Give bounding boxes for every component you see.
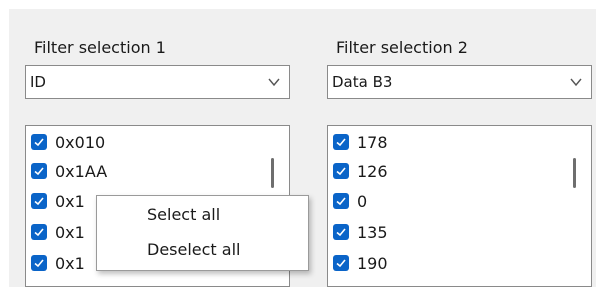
- checkmark-icon: [34, 259, 44, 268]
- list-item[interactable]: 126: [333, 160, 388, 182]
- filter1-selected-value: ID: [30, 73, 46, 91]
- checkmark-icon: [34, 228, 44, 237]
- checkbox[interactable]: [333, 163, 349, 179]
- checkbox[interactable]: [31, 255, 47, 271]
- context-menu-deselect-all[interactable]: Deselect all: [147, 240, 240, 259]
- list-item-label: 126: [357, 161, 388, 181]
- list-item[interactable]: 178: [333, 131, 388, 153]
- chevron-down-icon: [570, 78, 582, 87]
- checkbox[interactable]: [31, 193, 47, 209]
- list-item-label: 0x010: [55, 132, 106, 152]
- filter1-label: Filter selection 1: [34, 38, 166, 57]
- scrollbar-thumb[interactable]: [271, 158, 274, 188]
- checkmark-icon: [34, 167, 44, 176]
- checkmark-icon: [336, 197, 346, 206]
- list-item-label: 0x1: [55, 253, 85, 273]
- checkbox[interactable]: [31, 134, 47, 150]
- list-item-label: 135: [357, 222, 388, 242]
- checkbox[interactable]: [31, 224, 47, 240]
- filter2-listbox[interactable]: 178 126 0 135 190: [327, 125, 592, 287]
- list-item[interactable]: 0x1: [31, 252, 85, 274]
- filter2-selected-value: Data B3: [332, 73, 393, 91]
- list-item[interactable]: 0x1: [31, 221, 85, 243]
- scrollbar-thumb[interactable]: [573, 158, 576, 188]
- list-item[interactable]: 0x1AA: [31, 160, 107, 182]
- checkmark-icon: [336, 138, 346, 147]
- chevron-down-icon: [268, 78, 280, 87]
- list-item-label: 178: [357, 132, 388, 152]
- checkbox[interactable]: [31, 163, 47, 179]
- filter1-dropdown[interactable]: ID: [25, 65, 290, 99]
- filter2-label: Filter selection 2: [336, 38, 468, 57]
- list-item[interactable]: 0x010: [31, 131, 105, 153]
- list-item[interactable]: 0: [333, 190, 367, 212]
- list-item-label: 0x1AA: [55, 161, 108, 181]
- list-item-label: 190: [357, 253, 388, 273]
- list-item[interactable]: 0x1: [31, 190, 85, 212]
- checkbox[interactable]: [333, 134, 349, 150]
- checkmark-icon: [336, 259, 346, 268]
- list-item-label: 0x1: [55, 191, 85, 211]
- context-menu: Select all Deselect all: [96, 195, 309, 271]
- checkbox[interactable]: [333, 224, 349, 240]
- context-menu-select-all[interactable]: Select all: [147, 205, 220, 224]
- list-item-label: 0x1: [55, 222, 85, 242]
- checkmark-icon: [336, 167, 346, 176]
- checkmark-icon: [336, 228, 346, 237]
- checkbox[interactable]: [333, 255, 349, 271]
- list-item[interactable]: 135: [333, 221, 388, 243]
- checkmark-icon: [34, 197, 44, 206]
- list-item-label: 0: [357, 191, 368, 211]
- list-item[interactable]: 190: [333, 252, 388, 274]
- checkbox[interactable]: [333, 193, 349, 209]
- checkmark-icon: [34, 138, 44, 147]
- filter2-dropdown[interactable]: Data B3: [327, 65, 592, 99]
